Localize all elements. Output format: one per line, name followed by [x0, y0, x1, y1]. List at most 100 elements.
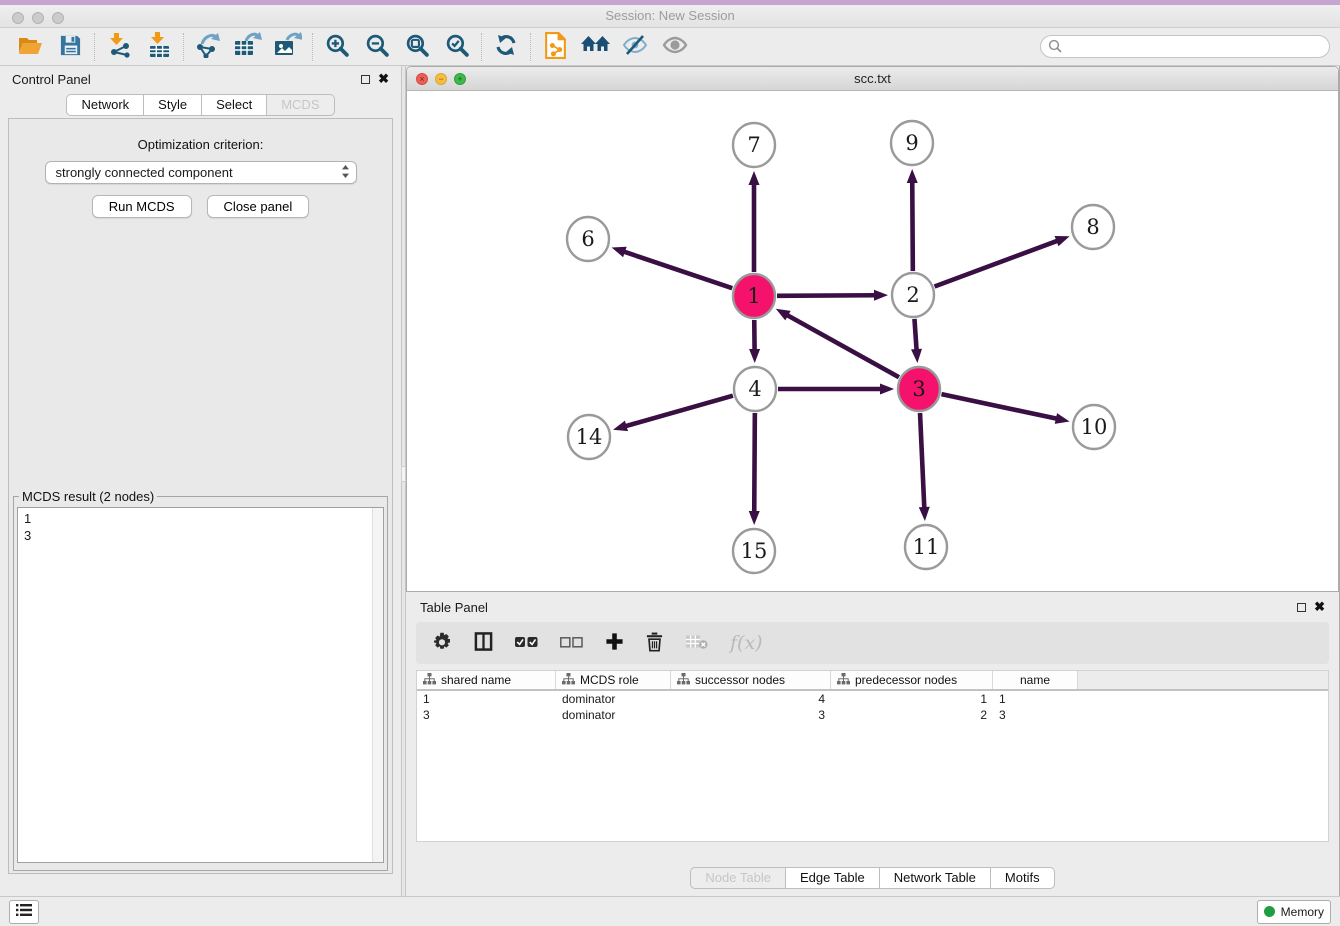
tab-node-table[interactable]: Node Table: [690, 867, 786, 889]
homes-button[interactable]: [575, 31, 615, 63]
show-columns-button[interactable]: [474, 632, 493, 654]
graph-edge-2-3[interactable]: [914, 319, 916, 351]
tab-network[interactable]: Network: [66, 94, 144, 116]
close-panel-icon[interactable]: ✖: [378, 74, 389, 84]
graph-node-label: 6: [581, 227, 594, 251]
graph-node-label: 7: [747, 133, 760, 157]
graph-edge-arrowhead: [880, 384, 894, 395]
network-graph[interactable]: 7968124314101511: [407, 91, 1339, 591]
select-all-columns-button[interactable]: [515, 636, 538, 651]
cell-predecessor-nodes[interactable]: 2: [831, 707, 993, 723]
import-network-icon: [106, 32, 132, 61]
cell-successor-nodes[interactable]: 4: [671, 691, 831, 707]
mcds-result-list[interactable]: 1 3: [17, 507, 384, 863]
network-document-button[interactable]: [535, 31, 575, 63]
refresh-view-button[interactable]: [486, 31, 526, 63]
table-row[interactable]: 3 dominator 3 2 3: [417, 707, 1328, 723]
cell-shared-name[interactable]: 3: [417, 707, 556, 723]
result-scrollbar[interactable]: [372, 508, 383, 862]
search-input[interactable]: [1040, 35, 1330, 58]
shared-column-icon: [677, 673, 690, 688]
open-session-button[interactable]: [10, 31, 50, 63]
graph-edge-2-8[interactable]: [935, 240, 1059, 286]
delete-table-button[interactable]: [685, 633, 708, 653]
network-minimize-button[interactable]: −: [435, 73, 447, 85]
maximize-window-button[interactable]: [52, 12, 64, 24]
select-chevrons-icon: [341, 164, 350, 182]
zoom-in-button[interactable]: [317, 31, 357, 63]
zoom-fit-button[interactable]: [397, 31, 437, 63]
graph-edge-3-11[interactable]: [920, 413, 924, 509]
shared-column-icon: [562, 673, 575, 688]
network-close-button[interactable]: ×: [416, 73, 428, 85]
close-table-panel-icon[interactable]: ✖: [1314, 602, 1325, 612]
zoom-selected-button[interactable]: [437, 31, 477, 63]
cell-mcds-role[interactable]: dominator: [556, 691, 671, 707]
graph-edge-3-10[interactable]: [941, 394, 1057, 419]
export-network-button[interactable]: [188, 31, 228, 63]
tab-motifs[interactable]: Motifs: [991, 867, 1055, 889]
table-settings-button[interactable]: [432, 632, 452, 655]
cell-successor-nodes[interactable]: 3: [671, 707, 831, 723]
plus-icon: [605, 632, 624, 654]
close-window-button[interactable]: [12, 12, 24, 24]
tab-edge-table[interactable]: Edge Table: [786, 867, 880, 889]
float-table-panel-icon[interactable]: [1297, 603, 1306, 612]
cell-name[interactable]: 1: [993, 691, 1078, 707]
save-session-button[interactable]: [50, 31, 90, 63]
app-titlebar: Session: New Session: [0, 0, 1340, 28]
cell-name[interactable]: 3: [993, 707, 1078, 723]
minimize-window-button[interactable]: [32, 12, 44, 24]
column-header-successor-nodes[interactable]: successor nodes: [671, 671, 831, 689]
column-header-mcds-role[interactable]: MCDS role: [556, 671, 671, 689]
status-bar: Memory: [0, 896, 1340, 926]
graph-edge-1-6[interactable]: [623, 251, 732, 288]
network-canvas[interactable]: 7968124314101511: [407, 91, 1338, 591]
export-image-button[interactable]: [268, 31, 308, 63]
cell-predecessor-nodes[interactable]: 1: [831, 691, 993, 707]
cell-shared-name[interactable]: 1: [417, 691, 556, 707]
graph-node-label: 8: [1086, 215, 1099, 239]
shared-column-icon: [423, 673, 436, 688]
graph-edge-4-14[interactable]: [625, 396, 733, 427]
tab-network-table[interactable]: Network Table: [880, 867, 991, 889]
float-panel-icon[interactable]: [361, 75, 370, 84]
import-network-button[interactable]: [99, 31, 139, 63]
right-column: × − + scc.txt 7968124314101511 Table Pan…: [406, 66, 1340, 896]
toolbar-separator: [94, 33, 95, 61]
shared-column-icon: [837, 673, 850, 688]
optimization-criterion-select[interactable]: strongly connected component: [45, 161, 357, 184]
tab-select[interactable]: Select: [202, 94, 267, 116]
export-table-button[interactable]: [228, 31, 268, 63]
column-header-name[interactable]: name: [993, 671, 1078, 689]
graph-edge-4-15[interactable]: [754, 413, 755, 513]
tab-style[interactable]: Style: [144, 94, 202, 116]
memory-button[interactable]: Memory: [1257, 900, 1331, 924]
graph-edge-2-9[interactable]: [912, 181, 913, 271]
tab-mcds[interactable]: MCDS: [267, 94, 334, 116]
add-column-button[interactable]: [605, 632, 624, 654]
column-header-shared-name[interactable]: shared name: [417, 671, 556, 689]
close-panel-button[interactable]: Close panel: [207, 195, 310, 218]
import-table-button[interactable]: [139, 31, 179, 63]
graph-edge-1-2[interactable]: [777, 295, 876, 296]
search-icon: [1048, 39, 1063, 57]
hide-selected-button[interactable]: [615, 31, 655, 63]
function-builder-button[interactable]: f(x): [730, 632, 763, 654]
double-home-icon: [580, 33, 611, 60]
show-hidden-button[interactable]: [655, 31, 695, 63]
deselect-all-columns-button[interactable]: [560, 636, 583, 651]
network-maximize-button[interactable]: +: [454, 73, 466, 85]
task-history-button[interactable]: [9, 900, 39, 924]
graph-edge-arrowhead: [911, 349, 922, 363]
cell-mcds-role[interactable]: dominator: [556, 707, 671, 723]
table-row[interactable]: 1 dominator 4 1 1: [417, 691, 1328, 707]
run-mcds-button[interactable]: Run MCDS: [92, 195, 192, 218]
delete-column-button[interactable]: [646, 632, 663, 655]
optimization-criterion-label: Optimization criterion:: [9, 137, 392, 152]
graph-edge-3-1[interactable]: [786, 315, 899, 378]
zoom-out-button[interactable]: [357, 31, 397, 63]
network-window-titlebar[interactable]: × − + scc.txt: [407, 67, 1338, 91]
column-header-predecessor-nodes[interactable]: predecessor nodes: [831, 671, 993, 689]
toolbar-separator: [312, 33, 313, 61]
